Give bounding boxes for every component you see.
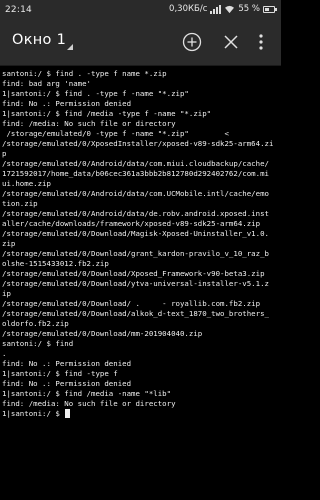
- more-vertical-icon: [259, 34, 263, 50]
- terminal-line: olshe-1515433012.fb2.zip: [2, 259, 109, 268]
- terminal-line: /storage/emulated/0/Download/ . - royall…: [2, 299, 261, 308]
- terminal-line: aller/cache/downloads/framework/xposed-v…: [2, 219, 261, 228]
- status-bar: 22:14 0,30КБ/с 55 %: [0, 0, 281, 20]
- close-icon: [224, 35, 238, 49]
- terminal-line: find: No .: Permission denied: [2, 359, 132, 368]
- terminal-line: p: [2, 149, 7, 158]
- terminal-line: 1721592017/home_data/b06cec361a3bbb2b812…: [2, 169, 269, 178]
- terminal-line: find: bad arg 'name': [2, 79, 91, 88]
- status-time: 22:14: [5, 5, 32, 15]
- battery-percent: 55 %: [238, 4, 260, 14]
- terminal-line: oldorfo.fb2.zip: [2, 319, 69, 328]
- terminal-line: santoni:/ $ find . -type f name *.zip: [2, 69, 167, 78]
- dropdown-triangle-icon[interactable]: [67, 44, 73, 50]
- network-speed: 0,30КБ/с: [169, 4, 208, 14]
- plus-circle-icon: [182, 32, 202, 52]
- terminal-prompt: 1|santoni:/ $: [2, 409, 65, 418]
- overflow-menu-button[interactable]: [253, 31, 269, 53]
- close-session-button[interactable]: [220, 31, 242, 53]
- terminal-line: /storage/emulated/0 -type f -name "*.zip…: [2, 129, 229, 138]
- terminal-line: find: /media: No such file or directory: [2, 119, 176, 128]
- battery-fill: [265, 7, 269, 11]
- terminal-line: /storage/emulated/0/Download/Xposed_Fram…: [2, 269, 265, 278]
- terminal-prompt-line[interactable]: 1|santoni:/ $: [2, 409, 71, 419]
- terminal-line: 1|santoni:/ $ find -type f: [2, 369, 118, 378]
- terminal-line: /storage/emulated/0/Download/ytva-univer…: [2, 279, 269, 288]
- terminal-line: /storage/emulated/0/Android/data/de.robv…: [2, 209, 269, 218]
- terminal-line: 1|santoni:/ $ find /media -type f -name …: [2, 109, 212, 118]
- terminal-line: ip: [2, 289, 11, 298]
- terminal-line: /storage/emulated/0/Download/Magisk-Xpos…: [2, 229, 269, 238]
- terminal-line: /storage/emulated/0/Download/grant_kardo…: [2, 249, 269, 258]
- session-title[interactable]: Окно 1: [12, 32, 66, 48]
- terminal-line: /storage/emulated/0/Download/mm-20190404…: [2, 329, 203, 338]
- terminal-line: santoni:/ $ find: [2, 339, 74, 348]
- terminal-output[interactable]: santoni:/ $ find . -type f name *.zip fi…: [0, 66, 281, 500]
- text-cursor: [65, 409, 71, 418]
- terminal-line: ui.home.zip: [2, 179, 51, 188]
- terminal-line: .: [2, 349, 7, 358]
- battery-icon: [263, 5, 277, 13]
- terminal-line: /storage/emulated/0/Android/data/com.miu…: [2, 159, 269, 168]
- terminal-line: /storage/emulated/0/Android/data/com.UCM…: [2, 189, 269, 198]
- terminal-line: find: /media: No such file or directory: [2, 399, 176, 408]
- status-indicators: 0,30КБ/с 55 %: [169, 4, 277, 14]
- terminal-line: tion.zip: [2, 199, 38, 208]
- signal-icon: [210, 4, 222, 14]
- terminal-line: find: No .: Permission denied: [2, 379, 132, 388]
- terminal-line: /storage/emulated/0/Download/alkok_d-tex…: [2, 309, 269, 318]
- terminal-line: 1|santoni:/ $ find . -type f -name "*.zi…: [2, 89, 189, 98]
- wifi-icon: [225, 5, 235, 13]
- terminal-line: /storage/emulated/0/XposedInstaller/xpos…: [2, 139, 274, 148]
- terminal-line: 1|santoni:/ $ find /media -name "*lib": [2, 389, 172, 398]
- add-session-button[interactable]: [181, 31, 203, 53]
- app-bar: Окно 1: [0, 20, 281, 66]
- terminal-line: zip: [2, 239, 16, 248]
- terminal-line: find: No .: Permission denied: [2, 99, 132, 108]
